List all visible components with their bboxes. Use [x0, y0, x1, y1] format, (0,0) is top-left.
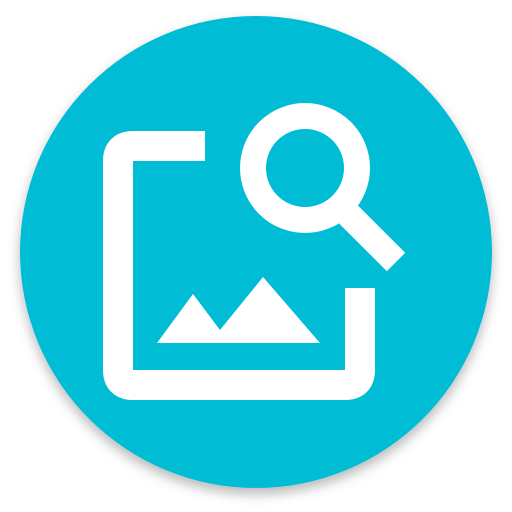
image-search-icon — [20, 16, 492, 488]
circle-background — [20, 16, 492, 488]
app-icon — [0, 0, 512, 512]
